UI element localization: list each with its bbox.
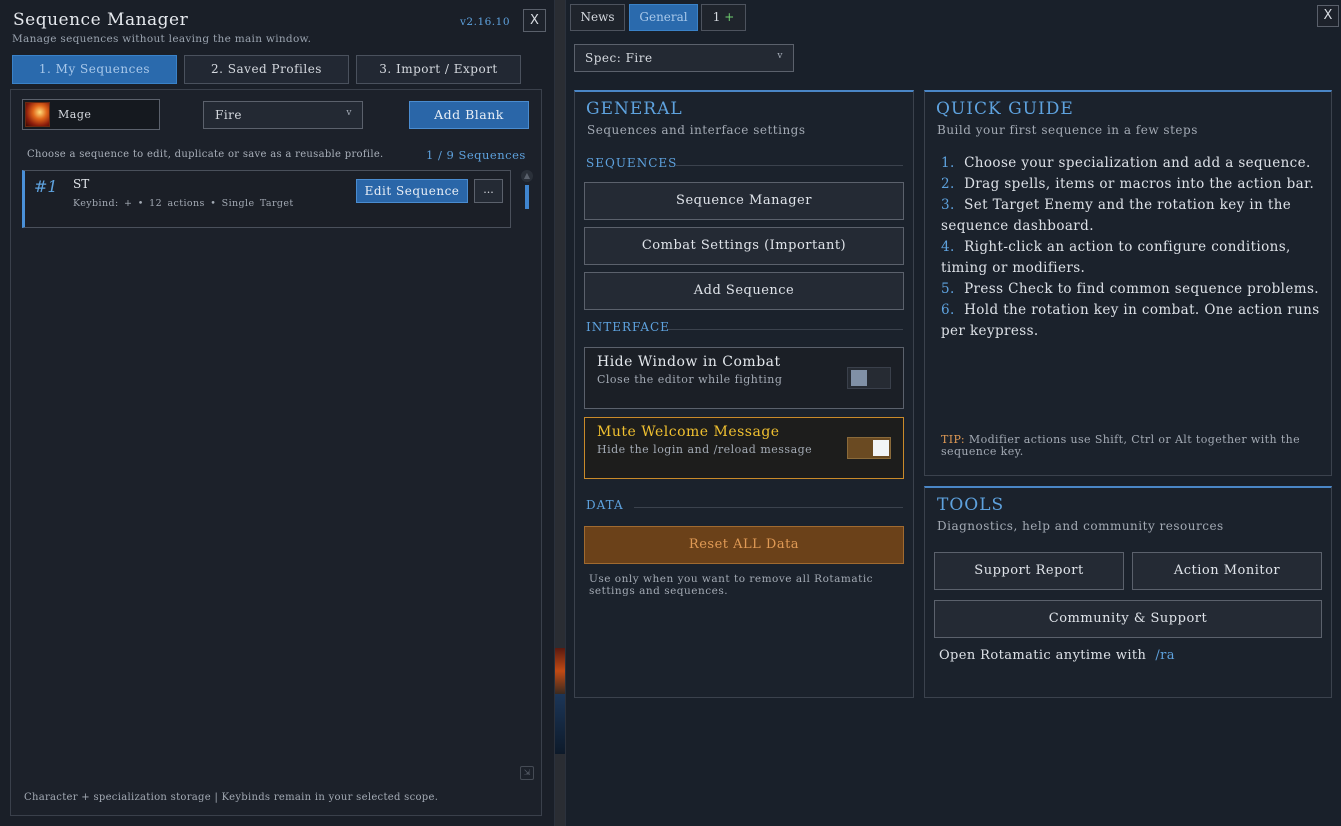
section-divider <box>634 507 903 508</box>
general-title: GENERAL <box>586 99 683 119</box>
guide-step: 2. Drag spells, items or macros into the… <box>941 176 1315 192</box>
close-button[interactable]: X <box>523 9 546 32</box>
mute-welcome-label: Mute Welcome Message <box>597 424 780 440</box>
general-subtitle: Sequences and interface settings <box>587 123 806 137</box>
toggle-knob <box>851 370 867 386</box>
spec-dropdown-value: Spec: Fire <box>585 51 653 65</box>
mute-welcome-toggle[interactable] <box>847 437 891 459</box>
guide-step: 1. Choose your specialization and add a … <box>941 155 1311 171</box>
section-divider <box>676 165 903 166</box>
more-options-button[interactable]: ... <box>474 179 503 203</box>
spec-dropdown[interactable]: Fire v <box>203 101 363 129</box>
hide-in-combat-toggle[interactable] <box>847 367 891 389</box>
spec-dropdown[interactable]: Spec: Fire v <box>574 44 794 72</box>
guide-step: 3. Set Target Enemy and the rotation key… <box>941 197 1292 234</box>
guide-tip: TIP: Modifier actions use Shift, Ctrl or… <box>941 434 1323 458</box>
tab-sequence-1[interactable]: 1 + <box>701 4 746 31</box>
spec-dropdown-value: Fire <box>215 108 243 122</box>
background-art <box>555 694 565 754</box>
add-blank-button[interactable]: Add Blank <box>409 101 529 129</box>
close-button[interactable]: X <box>1317 5 1339 27</box>
tab-general[interactable]: General <box>629 4 698 31</box>
reset-all-data-button[interactable]: Reset ALL Data <box>584 526 904 564</box>
guide-step: 5. Press Check to find common sequence p… <box>941 281 1319 297</box>
scrollbar-thumb[interactable] <box>525 185 529 209</box>
chevron-down-icon: v <box>777 51 783 61</box>
sequence-hint: Choose a sequence to edit, duplicate or … <box>27 149 384 160</box>
chevron-down-icon: v <box>346 108 352 118</box>
section-divider <box>668 329 903 330</box>
mute-welcome-desc: Hide the login and /reload message <box>597 443 813 456</box>
tab-label: 1 <box>712 10 721 24</box>
edit-sequence-button[interactable]: Edit Sequence <box>356 179 468 203</box>
slash-command-text: Open Rotamatic anytime with <box>939 648 1147 663</box>
sequence-manager-button[interactable]: Sequence Manager <box>584 182 904 220</box>
sequence-meta: Keybind: + • 12 actions • Single Target <box>73 198 294 209</box>
support-report-button[interactable]: Support Report <box>934 552 1124 590</box>
tab-saved-profiles[interactable]: 2. Saved Profiles <box>184 55 349 84</box>
guide-step: 6. Hold the rotation key in combat. One … <box>941 302 1320 339</box>
background-art <box>555 648 565 694</box>
tab-my-sequences[interactable]: 1. My Sequences <box>12 55 177 84</box>
sequence-number: #1 <box>34 177 58 196</box>
tab-import-export[interactable]: 3. Import / Export <box>356 55 521 84</box>
combat-settings-button[interactable]: Combat Settings (Important) <box>584 227 904 265</box>
guide-step: 4. Right-click an action to configure co… <box>941 239 1291 276</box>
sequence-count: 1 / 9 Sequences <box>426 148 526 162</box>
plus-icon: + <box>724 10 735 24</box>
tip-text: Modifier actions use Shift, Ctrl or Alt … <box>941 433 1301 458</box>
quick-guide-title: QUICK GUIDE <box>936 99 1074 119</box>
interface-section-heading: INTERFACE <box>586 320 670 334</box>
tab-news[interactable]: News <box>570 4 625 31</box>
community-support-button[interactable]: Community & Support <box>934 600 1322 638</box>
window-subtitle: Manage sequences without leaving the mai… <box>12 33 312 45</box>
action-monitor-button[interactable]: Action Monitor <box>1132 552 1322 590</box>
storage-footer: Character + specialization storage | Key… <box>24 792 439 803</box>
window-title: Sequence Manager <box>13 10 189 30</box>
quick-guide-subtitle: Build your first sequence in a few steps <box>937 123 1198 137</box>
tools-subtitle: Diagnostics, help and community resource… <box>937 519 1224 533</box>
scroll-up-icon[interactable]: ▲ <box>521 170 533 182</box>
reset-warning-note: Use only when you want to remove all Rot… <box>589 573 874 597</box>
add-sequence-button[interactable]: Add Sequence <box>584 272 904 310</box>
slash-command: /ra <box>1155 648 1175 663</box>
hide-in-combat-label: Hide Window in Combat <box>597 354 781 370</box>
version-label: v2.16.10 <box>460 16 511 28</box>
fire-mage-icon <box>25 102 50 127</box>
data-section-heading: DATA <box>586 498 624 512</box>
tools-panel <box>924 486 1332 698</box>
sequences-section-heading: SEQUENCES <box>586 156 678 170</box>
hide-in-combat-desc: Close the editor while fighting <box>597 373 783 386</box>
sequence-name: ST <box>73 177 90 191</box>
quick-guide-steps: 1. Choose your specialization and add a … <box>941 153 1323 342</box>
background-game-view <box>555 0 565 826</box>
class-label: Mage <box>58 108 92 121</box>
toggle-knob <box>873 440 889 456</box>
tools-title: TOOLS <box>937 495 1005 515</box>
slash-command-hint: Open Rotamatic anytime with /ra <box>939 648 1175 663</box>
resize-grip-icon[interactable]: ⇲ <box>520 766 534 780</box>
